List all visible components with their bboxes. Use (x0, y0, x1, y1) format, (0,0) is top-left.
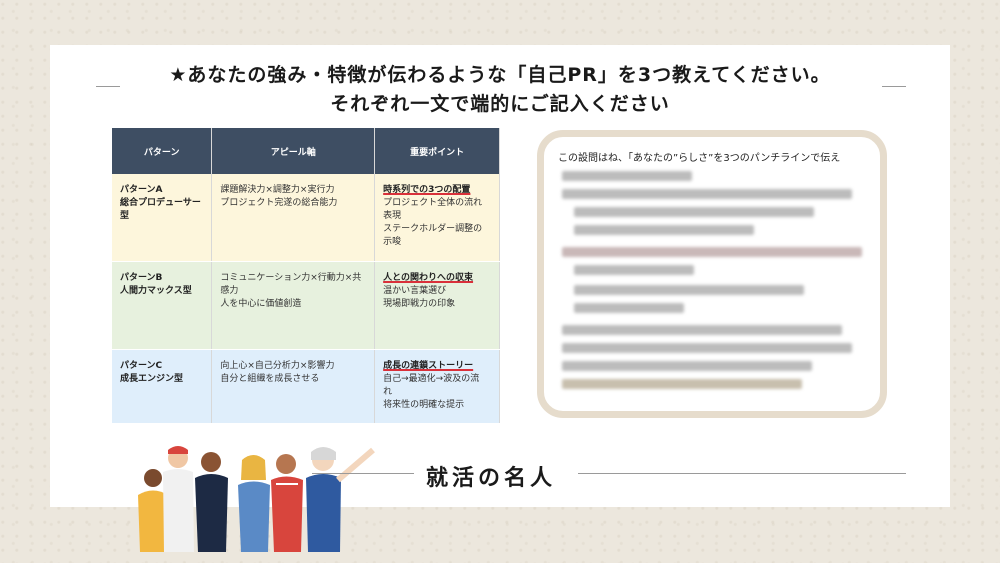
blurred-line (562, 247, 862, 257)
pattern-cell: パターンC 成長エンジン型 (112, 349, 213, 424)
axis-cell: 向上心×自己分析力×影響力 自分と組織を成長させる (211, 349, 376, 424)
header-pattern: パターン (112, 128, 213, 174)
blurred-line (562, 171, 692, 181)
blurred-line (574, 225, 754, 235)
content-card: ★あなたの強み・特徴が伝わるような「自己PR」を3つ教えてください。 それぞれ一… (50, 45, 950, 552)
pr-pattern-table: パターン アピール軸 重要ポイント パターンA 総合プロデューサー型 課題解決力×… (112, 128, 500, 424)
blurred-line (562, 189, 852, 199)
answer-lead-text: この設問はね、「あなたの”らしさ”を3つのパンチラインで伝え (558, 153, 841, 164)
point-cell: 成長の連鎖ストーリー 自己→最適化→波及の流れ将来性の明確な提示 (374, 349, 500, 424)
question-line-2: それぞれ一文で端的にご記入ください (330, 93, 670, 115)
blurred-line (574, 265, 694, 275)
heading-rule-left (96, 86, 120, 87)
group-of-people-illustration (138, 446, 375, 552)
question-heading: ★あなたの強み・特徴が伝わるような「自己PR」を3つ教えてください。 それぞれ一… (50, 61, 950, 119)
pattern-cell: パターンA 総合プロデューサー型 (112, 174, 213, 262)
header-point: 重要ポイント (374, 128, 500, 174)
blurred-line (562, 343, 852, 353)
brand-rule-right (578, 473, 906, 474)
person-3 (195, 452, 228, 552)
table-row: パターンA 総合プロデューサー型 課題解決力×調整力×実行力 プロジェクト完遂の総合… (112, 174, 500, 262)
table-row: パターンB 人間力マックス型 コミュニケーション力×行動力×共 感力 人を中心に価値創… (112, 261, 500, 350)
axis-cell: 課題解決力×調整力×実行力 プロジェクト完遂の総合能力 (211, 174, 376, 262)
blurred-answer-panel: この設問はね、「あなたの”らしさ”を3つのパンチラインで伝え (537, 130, 887, 418)
blurred-line (574, 207, 814, 217)
point-cell: 時系列での3つの配置 プロジェクト全体の流れ 表現 ステークホルダー調整の 示唆 (374, 174, 500, 262)
blurred-line (562, 361, 812, 371)
question-line-1: ★あなたの強み・特徴が伝わるような「自己PR」を3つ教えてください。 (169, 64, 831, 86)
axis-cell: コミュニケーション力×行動力×共 感力 人を中心に価値創造 (211, 261, 376, 350)
brand-rule-left (312, 473, 414, 474)
blurred-line (562, 379, 802, 389)
person-4 (238, 455, 270, 552)
person-2 (163, 446, 194, 552)
pattern-cell: パターンB 人間力マックス型 (112, 261, 213, 350)
brand-logo-text: 就活の名人 (426, 466, 557, 491)
blurred-line (574, 303, 684, 313)
header-axis: アピール軸 (211, 128, 376, 174)
heading-rule-right (882, 86, 906, 87)
point-cell: 人との関わりへの収束 温かい言葉選び 現場即戦力の印象 (374, 261, 500, 350)
person-5 (271, 454, 303, 552)
table-row: パターンC 成長エンジン型 向上心×自己分析力×影響力 自分と組織を成長させる 成長… (112, 349, 500, 424)
person-6 (306, 447, 375, 552)
blurred-line (562, 325, 842, 335)
blurred-line (574, 285, 804, 295)
